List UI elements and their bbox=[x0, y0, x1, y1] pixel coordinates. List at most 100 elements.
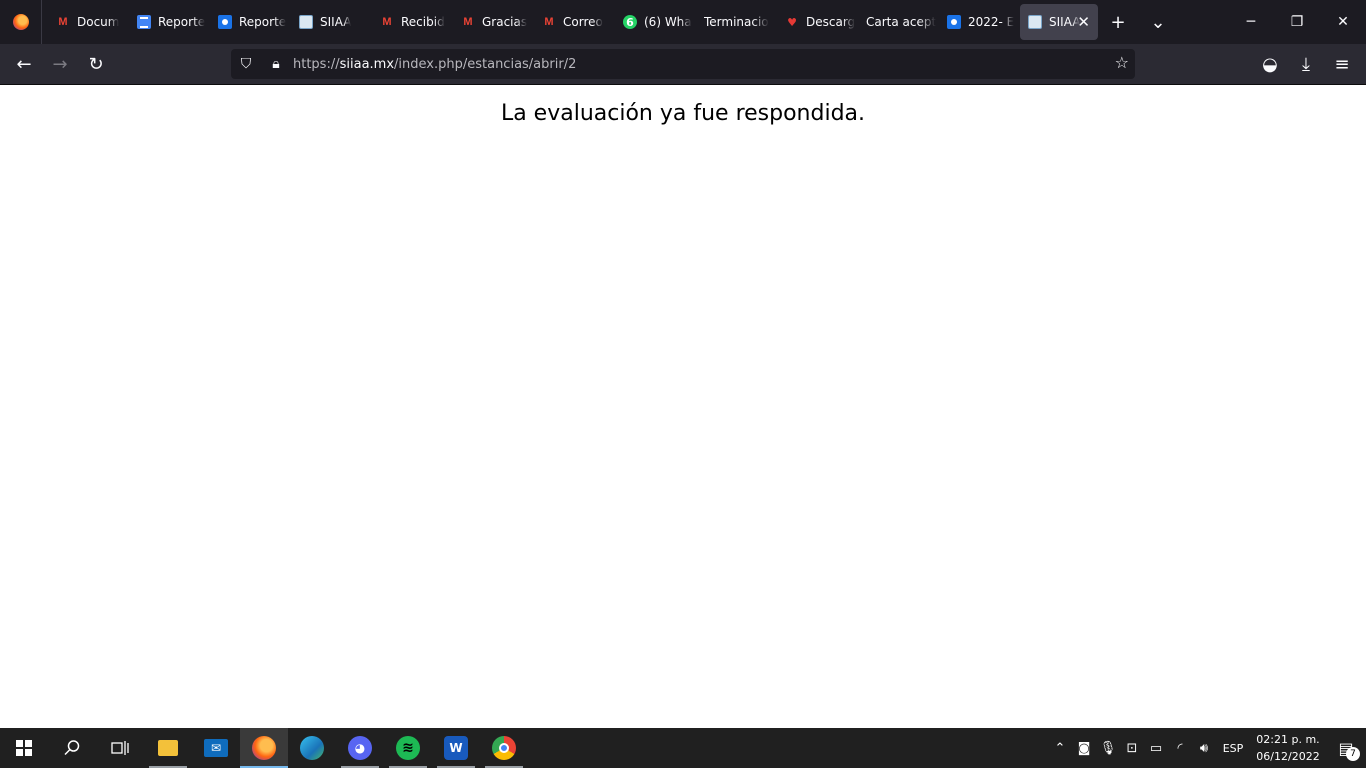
toolbar-right: ◒ ⤓ ≡ bbox=[1252, 44, 1366, 85]
heart-icon: ♥ bbox=[787, 15, 797, 29]
google-docs-icon bbox=[137, 15, 151, 29]
minimize-button[interactable]: ─ bbox=[1228, 0, 1274, 44]
tab-label: (6) Wha bbox=[644, 15, 692, 29]
windows-start-icon bbox=[16, 740, 32, 756]
tab-list: M Docum Reporte Reporte SIIAA M Recibid … bbox=[42, 0, 1098, 44]
tab-classroom-2022[interactable]: 2022- E bbox=[939, 4, 1020, 40]
tab-label: Correo bbox=[563, 15, 603, 29]
tab-docs-reporte[interactable]: Reporte bbox=[129, 4, 210, 40]
clock-date: 06/12/2022 bbox=[1256, 750, 1320, 763]
window-controls: ─ ❐ ✕ bbox=[1228, 0, 1366, 44]
whatsapp-icon: 6 bbox=[623, 15, 637, 29]
windows-taskbar: ✉ ◕ ≋ W ⌃ ◙ 🎙︎ ⊡ ▭ ◜ 🔊︎ ESP 02:21 p. m. … bbox=[0, 728, 1366, 768]
google-classroom-icon bbox=[947, 15, 961, 29]
gmail-icon: M bbox=[382, 16, 392, 28]
taskbar-chrome[interactable] bbox=[480, 728, 528, 768]
url-text[interactable]: https://siiaa.mx/index.php/estancias/abr… bbox=[293, 57, 576, 72]
task-view-button[interactable] bbox=[96, 728, 144, 768]
forward-button[interactable]: → bbox=[42, 48, 78, 80]
gmail-icon: M bbox=[544, 16, 554, 28]
volume-icon[interactable]: 🔊︎ bbox=[1192, 728, 1216, 768]
bookmark-star-icon[interactable]: ☆ bbox=[1115, 53, 1129, 72]
new-tab-button[interactable]: + bbox=[1098, 0, 1138, 44]
tab-descarga[interactable]: ♥ Descarg bbox=[777, 4, 858, 40]
word-icon: W bbox=[444, 736, 468, 760]
battery-icon[interactable]: ▭ bbox=[1144, 728, 1168, 768]
tab-label: Carta acept bbox=[866, 15, 937, 29]
close-window-button[interactable]: ✕ bbox=[1320, 0, 1366, 44]
taskbar-word[interactable]: W bbox=[432, 728, 480, 768]
tab-whatsapp[interactable]: 6 (6) Wha bbox=[615, 4, 696, 40]
google-classroom-icon bbox=[218, 15, 232, 29]
firefox-view-button[interactable] bbox=[0, 0, 42, 44]
tab-label: Terminacio bbox=[704, 15, 769, 29]
address-bar[interactable]: ⛉ 🔒︎ https://siiaa.mx/index.php/estancia… bbox=[231, 49, 1135, 79]
taskbar-discord[interactable]: ◕ bbox=[336, 728, 384, 768]
gmail-icon: M bbox=[58, 16, 68, 28]
input-language[interactable]: ESP bbox=[1216, 742, 1250, 755]
navigation-bar: ← → ↻ ⛉ 🔒︎ https://siiaa.mx/index.php/es… bbox=[0, 44, 1366, 85]
tab-bar: M Docum Reporte Reporte SIIAA M Recibid … bbox=[0, 0, 1366, 44]
discord-icon: ◕ bbox=[348, 736, 372, 760]
tab-label: Recibid bbox=[401, 15, 445, 29]
spotify-icon: ≋ bbox=[396, 736, 420, 760]
tab-siiaa[interactable]: SIIAA bbox=[291, 4, 372, 40]
taskbar-file-explorer[interactable] bbox=[144, 728, 192, 768]
tab-terminacion[interactable]: Terminacio bbox=[696, 4, 777, 40]
url-path: /index.php/estancias/abrir/2 bbox=[394, 56, 577, 72]
tab-label: Descarg bbox=[806, 15, 856, 29]
reload-button[interactable]: ↻ bbox=[78, 48, 114, 80]
page-content: La evaluación ya fue respondida. bbox=[0, 85, 1366, 728]
back-button[interactable]: ← bbox=[6, 48, 42, 80]
tab-carta-aceptacion[interactable]: Carta acept bbox=[858, 4, 939, 40]
camera-icon[interactable]: ◙ bbox=[1072, 728, 1096, 768]
tab-gmail-docum[interactable]: M Docum bbox=[48, 4, 129, 40]
wifi-icon[interactable]: ◜ bbox=[1168, 728, 1192, 768]
lock-icon[interactable]: 🔒︎ bbox=[261, 56, 291, 72]
tab-gmail-gracias[interactable]: M Gracias bbox=[453, 4, 534, 40]
start-button[interactable] bbox=[0, 728, 48, 768]
tab-gmail-correo[interactable]: M Correo bbox=[534, 4, 615, 40]
tab-label: SIIAA bbox=[1049, 15, 1081, 29]
clock-time: 02:21 p. m. bbox=[1256, 733, 1320, 746]
gmail-icon: M bbox=[463, 16, 473, 28]
list-all-tabs-button[interactable]: ⌄ bbox=[1138, 0, 1178, 44]
siiaa-icon bbox=[299, 15, 313, 29]
taskbar-edge[interactable] bbox=[288, 728, 336, 768]
action-center-button[interactable]: ▤ 7 bbox=[1326, 728, 1366, 768]
tracking-protection-shield-icon[interactable]: ⛉ bbox=[231, 56, 261, 72]
search-button[interactable] bbox=[48, 728, 96, 768]
show-hidden-icons-chevron-up-icon[interactable]: ⌃ bbox=[1048, 728, 1072, 768]
firefox-icon bbox=[12, 14, 29, 30]
taskbar-firefox[interactable] bbox=[240, 728, 288, 768]
clock[interactable]: 02:21 p. m. 06/12/2022 bbox=[1250, 731, 1326, 765]
firefox-icon bbox=[252, 736, 276, 760]
tab-label: 2022- E bbox=[968, 15, 1015, 29]
chrome-icon bbox=[492, 736, 516, 760]
tab-label: Docum bbox=[77, 15, 120, 29]
restore-button[interactable]: ❐ bbox=[1274, 0, 1320, 44]
tab-label: SIIAA bbox=[320, 15, 352, 29]
task-view-icon bbox=[111, 741, 129, 755]
file-explorer-icon bbox=[158, 740, 178, 756]
taskbar-spotify[interactable]: ≋ bbox=[384, 728, 432, 768]
pocket-icon[interactable]: ◒ bbox=[1252, 49, 1288, 81]
microphone-icon[interactable]: 🎙︎ bbox=[1096, 728, 1120, 768]
tab-classroom-reporte[interactable]: Reporte bbox=[210, 4, 291, 40]
downloads-icon[interactable]: ⤓ bbox=[1288, 49, 1324, 81]
menu-hamburger-icon[interactable]: ≡ bbox=[1324, 49, 1360, 81]
screen-share-icon[interactable]: ⊡ bbox=[1120, 728, 1144, 768]
tab-siiaa-active[interactable]: SIIAA ✕ bbox=[1020, 4, 1098, 40]
close-tab-icon[interactable]: ✕ bbox=[1077, 13, 1090, 31]
system-tray: ⌃ ◙ 🎙︎ ⊡ ▭ ◜ 🔊︎ ESP 02:21 p. m. 06/12/20… bbox=[1048, 728, 1366, 768]
evaluation-status-message: La evaluación ya fue respondida. bbox=[500, 101, 866, 126]
tab-label: Reporte bbox=[158, 15, 206, 29]
tab-label: Gracias bbox=[482, 15, 528, 29]
tab-gmail-recibidos[interactable]: M Recibid bbox=[372, 4, 453, 40]
tab-label: Reporte bbox=[239, 15, 287, 29]
url-host: siiaa.mx bbox=[339, 56, 395, 72]
mail-icon: ✉ bbox=[204, 739, 228, 757]
taskbar-mail[interactable]: ✉ bbox=[192, 728, 240, 768]
edge-icon bbox=[300, 736, 324, 760]
siiaa-icon bbox=[1028, 15, 1042, 29]
